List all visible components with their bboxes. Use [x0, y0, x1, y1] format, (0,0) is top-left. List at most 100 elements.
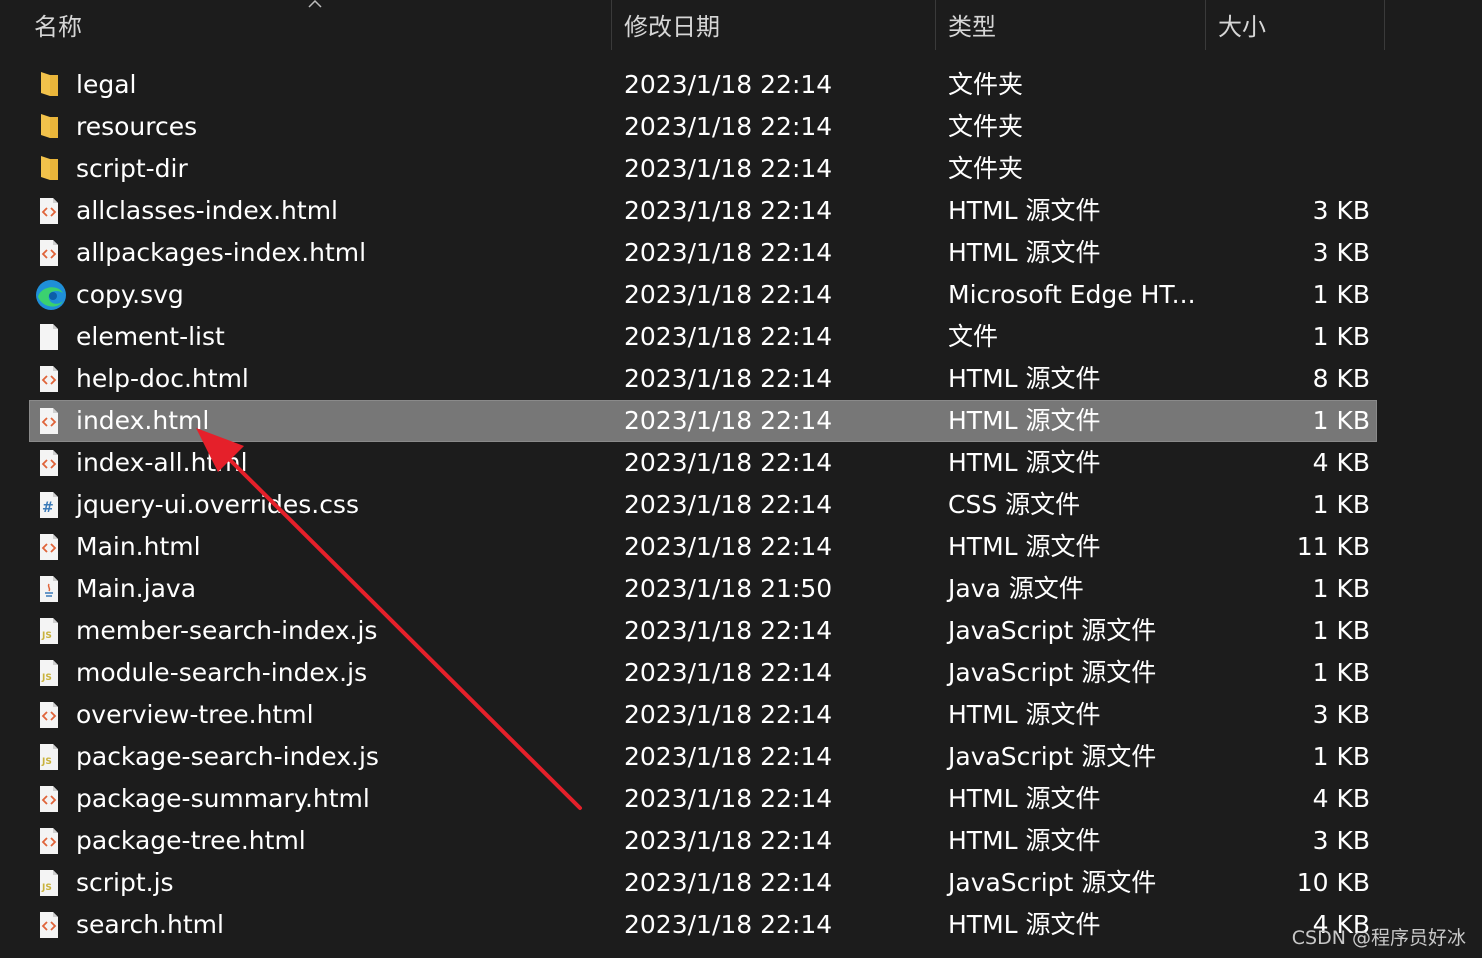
file-icon-cell: [38, 190, 66, 232]
html-file-icon: [40, 240, 58, 266]
file-type: 文件: [948, 322, 999, 351]
sort-ascending-icon: [308, 0, 322, 8]
file-name: index.html: [76, 406, 210, 435]
file-icon-cell: [36, 274, 66, 316]
file-date: 2023/1/18 22:14: [624, 322, 833, 351]
file-size: 1 KB: [1312, 280, 1370, 309]
file-date: 2023/1/18 22:14: [624, 826, 833, 855]
file-row[interactable]: JS module-search-index.js 2023/1/18 22:1…: [0, 652, 1482, 694]
file-icon-cell: JS: [38, 610, 66, 652]
file-icon-cell: JS: [38, 652, 66, 694]
file-row[interactable]: JS package-search-index.js 2023/1/18 22:…: [0, 736, 1482, 778]
file-row[interactable]: resources 2023/1/18 22:14 文件夹: [0, 106, 1482, 148]
file-date: 2023/1/18 22:14: [624, 784, 833, 813]
file-size: 1 KB: [1312, 574, 1370, 603]
file-name: member-search-index.js: [76, 616, 378, 645]
edge-icon: [36, 280, 66, 310]
column-header-type[interactable]: 类型: [935, 0, 1205, 50]
file-type: Microsoft Edge HT...: [948, 280, 1196, 309]
file-icon-cell: [38, 400, 66, 442]
file-date: 2023/1/18 22:14: [624, 112, 833, 141]
svg-text:JS: JS: [41, 883, 52, 893]
js-file-icon: JS: [40, 660, 58, 686]
file-row[interactable]: copy.svg 2023/1/18 22:14 Microsoft Edge …: [0, 274, 1482, 316]
file-row[interactable]: Main.java 2023/1/18 21:50 Java 源文件 1 KB: [0, 568, 1482, 610]
file-icon-cell: [38, 232, 66, 274]
file-type: HTML 源文件: [948, 532, 1101, 561]
file-row[interactable]: package-tree.html 2023/1/18 22:14 HTML 源…: [0, 820, 1482, 862]
file-date: 2023/1/18 22:14: [624, 700, 833, 729]
file-type: HTML 源文件: [948, 448, 1101, 477]
file-date: 2023/1/18 22:14: [624, 532, 833, 561]
file-size: 1 KB: [1312, 742, 1370, 771]
file-name: script.js: [76, 868, 174, 897]
file-icon-cell: [38, 904, 66, 946]
file-type: CSS 源文件: [948, 490, 1081, 519]
file-row[interactable]: package-summary.html 2023/1/18 22:14 HTM…: [0, 778, 1482, 820]
file-icon-cell: [38, 316, 66, 358]
html-file-icon: [40, 912, 58, 938]
html-file-icon: [40, 408, 58, 434]
html-file-icon: [40, 702, 58, 728]
file-type: 文件夹: [948, 70, 1024, 99]
column-type-label: 类型: [948, 13, 996, 41]
file-size: 4 KB: [1312, 784, 1370, 813]
file-row[interactable]: help-doc.html 2023/1/18 22:14 HTML 源文件 8…: [0, 358, 1482, 400]
file-type: Java 源文件: [948, 574, 1084, 603]
file-icon-cell: [38, 64, 66, 106]
file-row[interactable]: search.html 2023/1/18 22:14 HTML 源文件 4 K…: [0, 904, 1482, 946]
file-name: Main.java: [76, 574, 197, 603]
file-row[interactable]: JS script.js 2023/1/18 22:14 JavaScript …: [0, 862, 1482, 904]
column-header: 名称 修改日期 类型 大小: [0, 0, 1482, 50]
file-name: jquery-ui.overrides.css: [76, 490, 359, 519]
svg-text:#: #: [42, 500, 54, 516]
file-row[interactable]: allclasses-index.html 2023/1/18 22:14 HT…: [0, 190, 1482, 232]
file-type: JavaScript 源文件: [948, 616, 1157, 645]
file-name: help-doc.html: [76, 364, 249, 393]
file-row[interactable]: index.html 2023/1/18 22:14 HTML 源文件 1 KB: [0, 400, 1482, 442]
file-name: copy.svg: [76, 280, 184, 309]
file-row[interactable]: script-dir 2023/1/18 22:14 文件夹: [0, 148, 1482, 190]
folder-icon: [41, 72, 58, 96]
file-name: module-search-index.js: [76, 658, 368, 687]
file-icon-cell: [38, 442, 66, 484]
file-date: 2023/1/18 22:14: [624, 406, 833, 435]
column-size-label: 大小: [1218, 13, 1266, 41]
file-type: HTML 源文件: [948, 826, 1101, 855]
file-icon-cell: [38, 358, 66, 400]
file-row[interactable]: allpackages-index.html 2023/1/18 22:14 H…: [0, 232, 1482, 274]
column-header-size[interactable]: 大小: [1205, 0, 1385, 50]
file-row[interactable]: Main.html 2023/1/18 22:14 HTML 源文件 11 KB: [0, 526, 1482, 568]
svg-text:JS: JS: [41, 631, 52, 641]
css-file-icon: #: [40, 492, 58, 518]
file-name: resources: [76, 112, 198, 141]
file-row[interactable]: element-list 2023/1/18 22:14 文件 1 KB: [0, 316, 1482, 358]
watermark: CSDN @程序员好冰: [1291, 927, 1466, 949]
file-size: 1 KB: [1312, 406, 1370, 435]
file-row[interactable]: legal 2023/1/18 22:14 文件夹: [0, 64, 1482, 106]
file-row[interactable]: index-all.html 2023/1/18 22:14 HTML 源文件 …: [0, 442, 1482, 484]
html-file-icon: [40, 786, 58, 812]
file-type: JavaScript 源文件: [948, 658, 1157, 687]
file-row[interactable]: JS member-search-index.js 2023/1/18 22:1…: [0, 610, 1482, 652]
svg-text:JS: JS: [41, 673, 52, 683]
column-header-date[interactable]: 修改日期: [611, 0, 935, 50]
file-date: 2023/1/18 22:14: [624, 658, 833, 687]
file-name: overview-tree.html: [76, 700, 314, 729]
html-file-icon: [40, 534, 58, 560]
file-row[interactable]: # jquery-ui.overrides.css 2023/1/18 22:1…: [0, 484, 1482, 526]
file-name: allclasses-index.html: [76, 196, 338, 225]
file-icon-cell: [38, 820, 66, 862]
html-file-icon: [40, 450, 58, 476]
column-date-label: 修改日期: [624, 13, 720, 41]
file-size: 8 KB: [1312, 364, 1370, 393]
file-date: 2023/1/18 22:14: [624, 742, 833, 771]
file-row[interactable]: overview-tree.html 2023/1/18 22:14 HTML …: [0, 694, 1482, 736]
file-type: HTML 源文件: [948, 700, 1101, 729]
file-name: Main.html: [76, 532, 201, 561]
file-size: 3 KB: [1312, 238, 1370, 267]
file-date: 2023/1/18 21:50: [624, 574, 833, 603]
file-type: HTML 源文件: [948, 364, 1101, 393]
file-size: 1 KB: [1312, 616, 1370, 645]
js-file-icon: JS: [40, 744, 58, 770]
